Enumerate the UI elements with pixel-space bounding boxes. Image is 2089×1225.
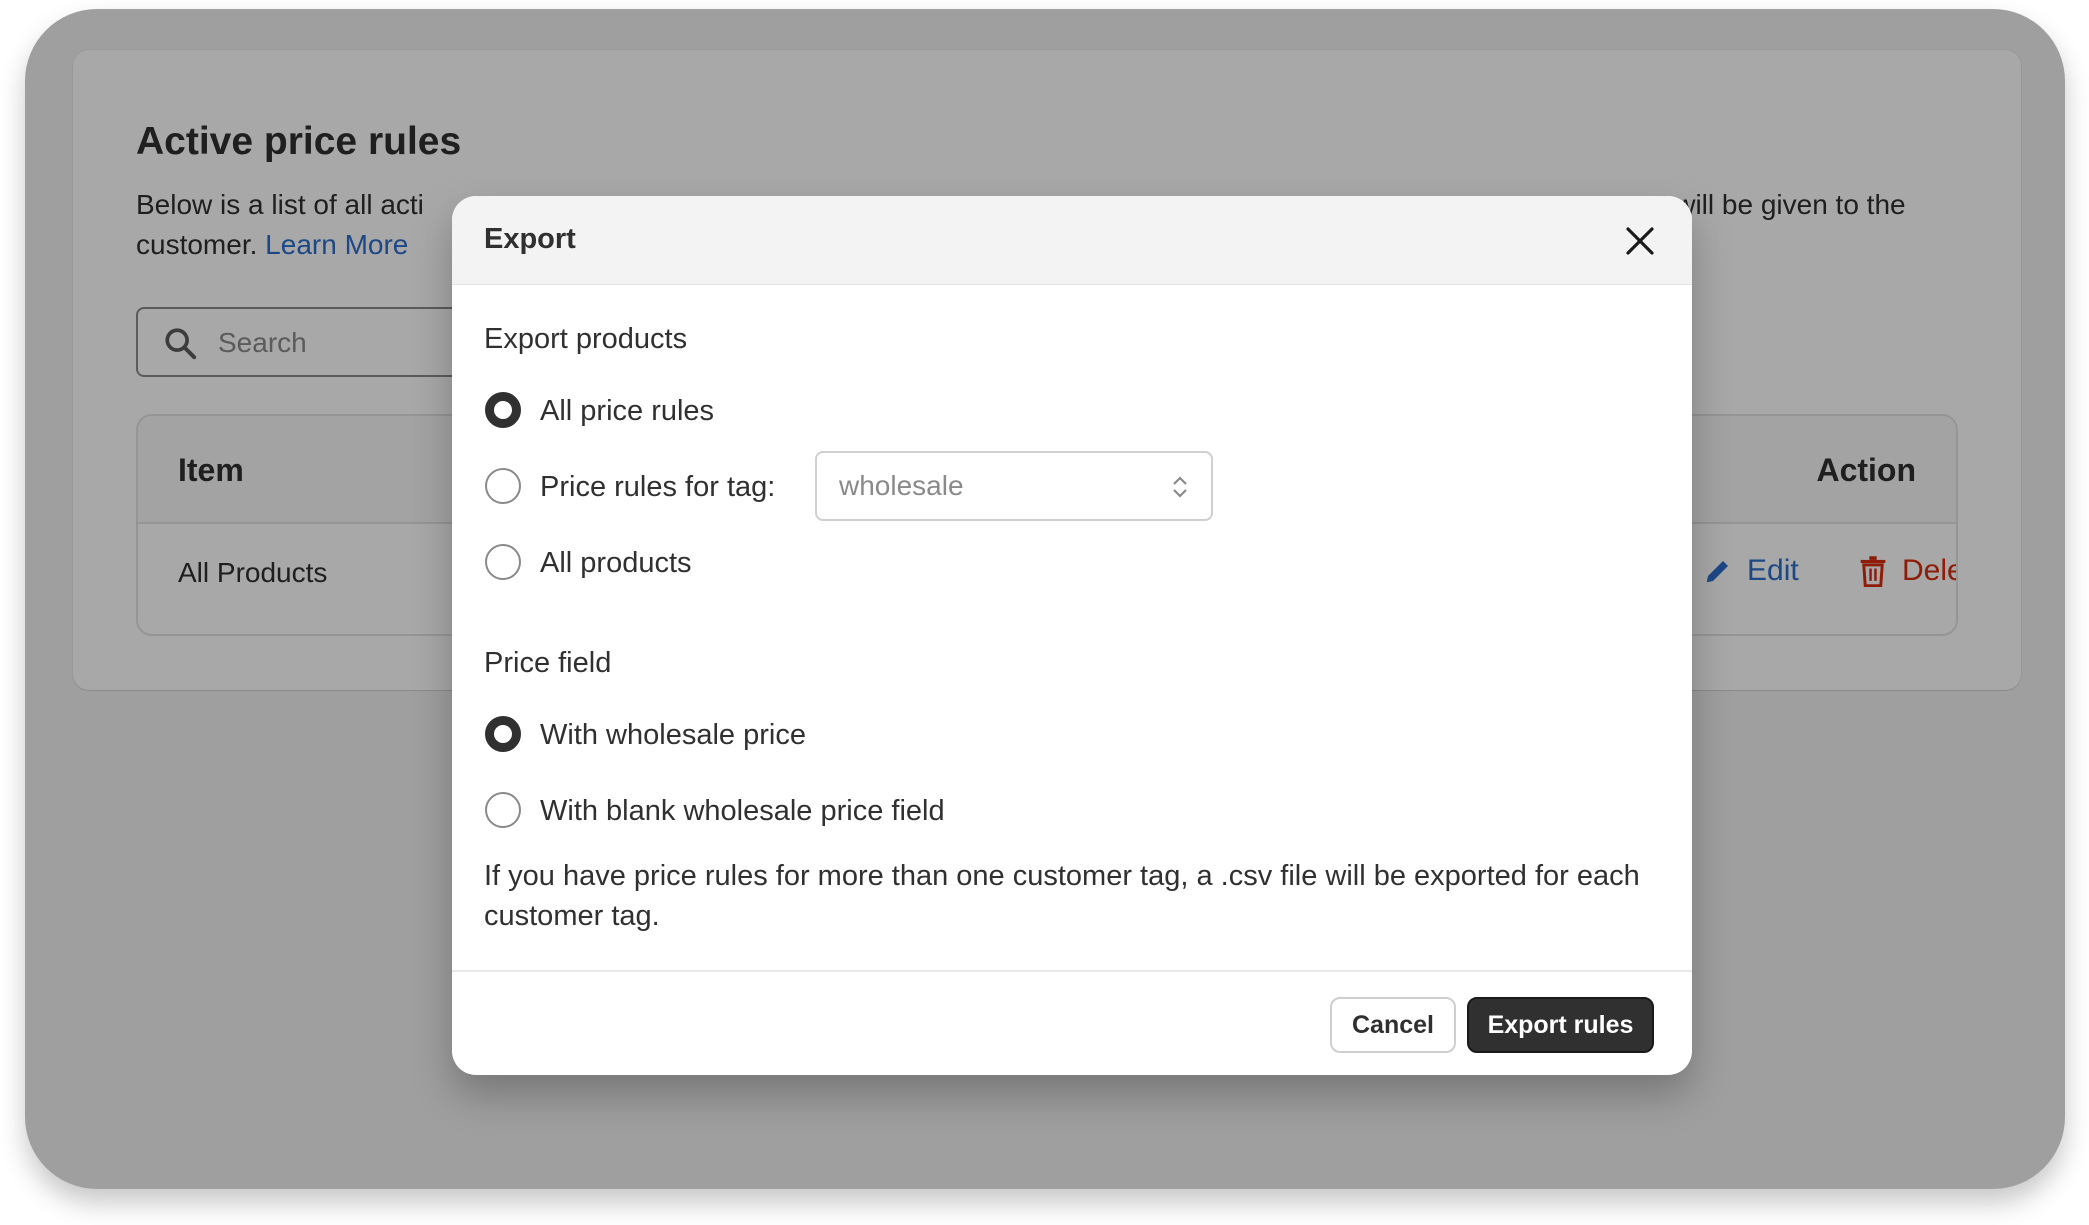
radio-label-price-rules-for-tag: Price rules for tag: bbox=[540, 471, 776, 503]
radio-price-rules-for-tag[interactable] bbox=[485, 468, 521, 504]
modal-header: Export bbox=[452, 196, 1692, 285]
export-note: If you have price rules for more than on… bbox=[484, 860, 1640, 932]
export-modal: Export Export products All price rules P… bbox=[452, 196, 1692, 1075]
radio-with-wholesale-price[interactable] bbox=[485, 716, 521, 752]
tag-select[interactable]: wholesale bbox=[815, 451, 1213, 521]
radio-label-blank-wholesale-price: With blank wholesale price field bbox=[540, 795, 945, 827]
app-window: Active price rules Below is a list of al… bbox=[25, 9, 2065, 1189]
cancel-button[interactable]: Cancel bbox=[1330, 997, 1456, 1053]
tag-select-value: wholesale bbox=[839, 470, 964, 501]
export-products-label: Export products bbox=[484, 323, 688, 355]
radio-all-price-rules[interactable] bbox=[485, 392, 521, 428]
radio-blank-wholesale-price[interactable] bbox=[485, 792, 521, 828]
radio-label-all-products: All products bbox=[540, 547, 692, 579]
modal-footer: Cancel Export rules bbox=[452, 970, 1692, 1075]
radio-label-all-price-rules: All price rules bbox=[540, 395, 715, 427]
select-chevron-icon bbox=[1173, 476, 1187, 498]
radio-label-with-wholesale-price: With wholesale price bbox=[540, 719, 806, 751]
export-rules-button[interactable]: Export rules bbox=[1467, 997, 1654, 1053]
close-icon[interactable] bbox=[1624, 225, 1656, 257]
price-field-label: Price field bbox=[484, 647, 612, 679]
radio-all-products[interactable] bbox=[485, 544, 521, 580]
modal-title: Export bbox=[484, 223, 576, 255]
